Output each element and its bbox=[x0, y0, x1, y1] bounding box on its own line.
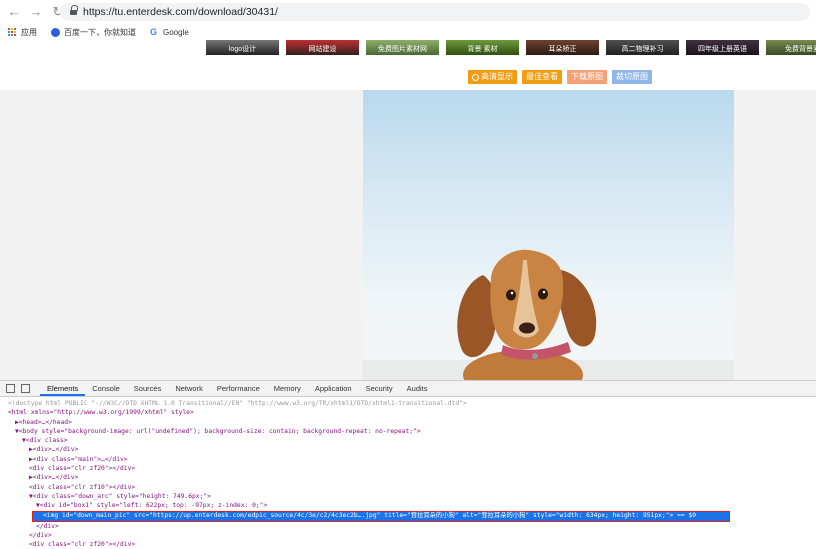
ad-thumbnail-label: 四年级上册英语 bbox=[698, 46, 747, 53]
devtools-panel: Elements Console Sources Network Perform… bbox=[0, 380, 816, 549]
dom-line-text: <div class="clr zf10"></div> bbox=[29, 483, 136, 491]
dom-line-text: ▼<div class="down_arc" style="height: 74… bbox=[29, 492, 211, 500]
puppy-photo[interactable] bbox=[363, 90, 734, 380]
dom-line[interactable]: ▼<body style="background-image: url("und… bbox=[0, 427, 816, 436]
dom-line-selected[interactable]: <img id="down_main_pic" src="https://up.… bbox=[32, 510, 730, 522]
dom-line[interactable]: ▶<div>…</div> bbox=[0, 445, 816, 454]
dom-line[interactable]: <div class="clr zf10"></div> bbox=[0, 483, 816, 492]
bookmark-label: 百度一下，你就知道 bbox=[64, 27, 136, 37]
button-label: 下载原图 bbox=[571, 72, 603, 81]
button-label: 高清显示 bbox=[481, 72, 513, 81]
back-icon[interactable]: ← bbox=[6, 4, 22, 20]
ad-thumbnail-label: 免费图片素材网 bbox=[378, 46, 427, 53]
ad-thumbnail-label: logo设计 bbox=[228, 46, 257, 53]
dom-line-text: ▼<body style="background-image: url("und… bbox=[15, 427, 421, 435]
ad-thumbnail-label: 耳朵矫正 bbox=[548, 46, 577, 53]
dom-line-text: </div> bbox=[29, 531, 52, 539]
tab-network[interactable]: Network bbox=[168, 384, 210, 396]
ad-thumbnail-label: 免费背景素 bbox=[785, 46, 816, 53]
ad-thumbnail[interactable]: 网站建设 bbox=[286, 40, 359, 55]
ad-thumbnail[interactable]: 免费背景素 bbox=[766, 40, 816, 55]
tab-performance[interactable]: Performance bbox=[210, 384, 267, 396]
hd-display-button[interactable]: 高清显示 bbox=[468, 70, 517, 84]
dom-line[interactable]: ▶<div class="main">…</div> bbox=[0, 455, 816, 464]
dom-line-text: ▼<div class> bbox=[22, 437, 68, 445]
dom-line-text: ▶<div class="main">…</div> bbox=[29, 455, 128, 463]
dom-line-text: <div class="clr zf20"></div> bbox=[29, 465, 136, 473]
page-viewport: logo设计 网站建设 免费图片素材网 背景 素材 耳朵矫正 高二物理补习 四年… bbox=[0, 40, 816, 380]
tab-audits[interactable]: Audits bbox=[400, 384, 435, 396]
bookmarks-bar: 应用 百度一下，你就知道 G Google bbox=[0, 24, 816, 40]
ad-thumbnail[interactable]: 免费图片素材网 bbox=[366, 40, 439, 55]
dom-line-text: ▶<div>…</div> bbox=[29, 446, 79, 454]
ad-thumbnail[interactable]: 背景 素材 bbox=[446, 40, 519, 55]
dom-line[interactable]: ▼<div id="box1" style="left: 622px; top:… bbox=[0, 501, 816, 510]
puppy-illustration bbox=[363, 249, 734, 380]
device-toolbar-icon[interactable] bbox=[21, 384, 30, 393]
search-icon bbox=[472, 73, 479, 81]
dom-line[interactable]: ▶<div>…</div> bbox=[0, 473, 816, 482]
best-view-button[interactable]: 最佳查看 bbox=[522, 70, 562, 84]
dom-line-text: ▶<div>…</div> bbox=[29, 474, 79, 482]
tab-console[interactable]: Console bbox=[85, 384, 127, 396]
dom-line-text: ▶<head>…</head> bbox=[15, 418, 72, 426]
image-action-bar: 高清显示 最佳查看 下载原图 裁切原图 bbox=[468, 70, 657, 84]
bookmark-apps[interactable]: 应用 bbox=[8, 27, 37, 38]
dom-line[interactable]: <!doctype html PUBLIC "-//W3C//DTD XHTML… bbox=[0, 399, 816, 408]
tab-elements[interactable]: Elements bbox=[40, 384, 86, 396]
devtools-tab-bar: Elements Console Sources Network Perform… bbox=[0, 381, 816, 397]
ad-thumbnail[interactable]: 高二物理补习 bbox=[606, 40, 679, 55]
ad-thumbnail-strip: logo设计 网站建设 免费图片素材网 背景 素材 耳朵矫正 高二物理补习 四年… bbox=[206, 40, 816, 56]
dom-line[interactable]: </div> bbox=[0, 531, 816, 540]
ad-thumbnail-label: 高二物理补习 bbox=[621, 46, 664, 53]
baidu-icon bbox=[51, 27, 60, 37]
tab-application[interactable]: Application bbox=[308, 384, 359, 396]
ad-thumbnail[interactable]: logo设计 bbox=[206, 40, 279, 55]
lock-icon bbox=[70, 5, 78, 16]
apps-grid-icon bbox=[8, 27, 17, 37]
button-label: 裁切原图 bbox=[616, 72, 648, 81]
dom-line-text: <img id="down_main_pic" src="https://up.… bbox=[43, 511, 697, 519]
bookmark-google[interactable]: G Google bbox=[150, 26, 189, 37]
bookmark-baidu[interactable]: 百度一下，你就知道 bbox=[51, 27, 136, 38]
dom-line-text: <!doctype html PUBLIC "-//W3C//DTD XHTML… bbox=[8, 400, 467, 407]
dom-line-text: <div class="clr zf20"></div> bbox=[29, 541, 136, 549]
dom-line[interactable]: </div> bbox=[0, 522, 816, 531]
ad-thumbnail-label: 网站建设 bbox=[308, 46, 337, 53]
dom-line-text: <html xmlns="http://www.w3.org/1999/xhtm… bbox=[8, 409, 194, 417]
bookmark-label: Google bbox=[163, 27, 189, 37]
inspect-element-icon[interactable] bbox=[6, 384, 15, 393]
dom-line[interactable]: <div class="clr zf20"></div> bbox=[0, 540, 816, 549]
tab-security[interactable]: Security bbox=[359, 384, 400, 396]
download-original-button[interactable]: 下载原图 bbox=[567, 70, 607, 84]
ad-thumbnail-label: 背景 素材 bbox=[467, 46, 498, 53]
site-header: logo设计 网站建设 免费图片素材网 背景 素材 耳朵矫正 高二物理补习 四年… bbox=[0, 40, 816, 90]
dom-line-text: </div> bbox=[36, 522, 59, 530]
dom-line[interactable]: ▶<head>…</head> bbox=[0, 418, 816, 427]
dom-line-text: ▼<div id="box1" style="left: 622px; top:… bbox=[36, 502, 268, 510]
dom-line[interactable]: <div class="clr zf20"></div> bbox=[0, 464, 816, 473]
google-icon: G bbox=[150, 26, 158, 37]
crop-original-button[interactable]: 裁切原图 bbox=[612, 70, 652, 84]
dom-line[interactable]: ▼<div class> bbox=[0, 436, 816, 445]
button-label: 最佳查看 bbox=[526, 72, 558, 81]
dom-tree: <!doctype html PUBLIC "-//W3C//DTD XHTML… bbox=[0, 397, 816, 549]
forward-icon[interactable]: → bbox=[28, 4, 44, 20]
address-bar[interactable]: https://tu.enterdesk.com/download/30431/ bbox=[60, 3, 810, 21]
bookmark-label: 应用 bbox=[21, 27, 37, 37]
browser-toolbar: ← → ↻ https://tu.enterdesk.com/download/… bbox=[0, 0, 816, 24]
tab-memory[interactable]: Memory bbox=[267, 384, 308, 396]
ad-thumbnail[interactable]: 四年级上册英语 bbox=[686, 40, 759, 55]
dom-line[interactable]: ▼<div class="down_arc" style="height: 74… bbox=[0, 492, 816, 501]
url-text: https://tu.enterdesk.com/download/30431/ bbox=[83, 6, 278, 18]
ad-thumbnail[interactable]: 耳朵矫正 bbox=[526, 40, 599, 55]
tab-sources[interactable]: Sources bbox=[127, 384, 169, 396]
dom-line[interactable]: <html xmlns="http://www.w3.org/1999/xhtm… bbox=[0, 408, 816, 417]
